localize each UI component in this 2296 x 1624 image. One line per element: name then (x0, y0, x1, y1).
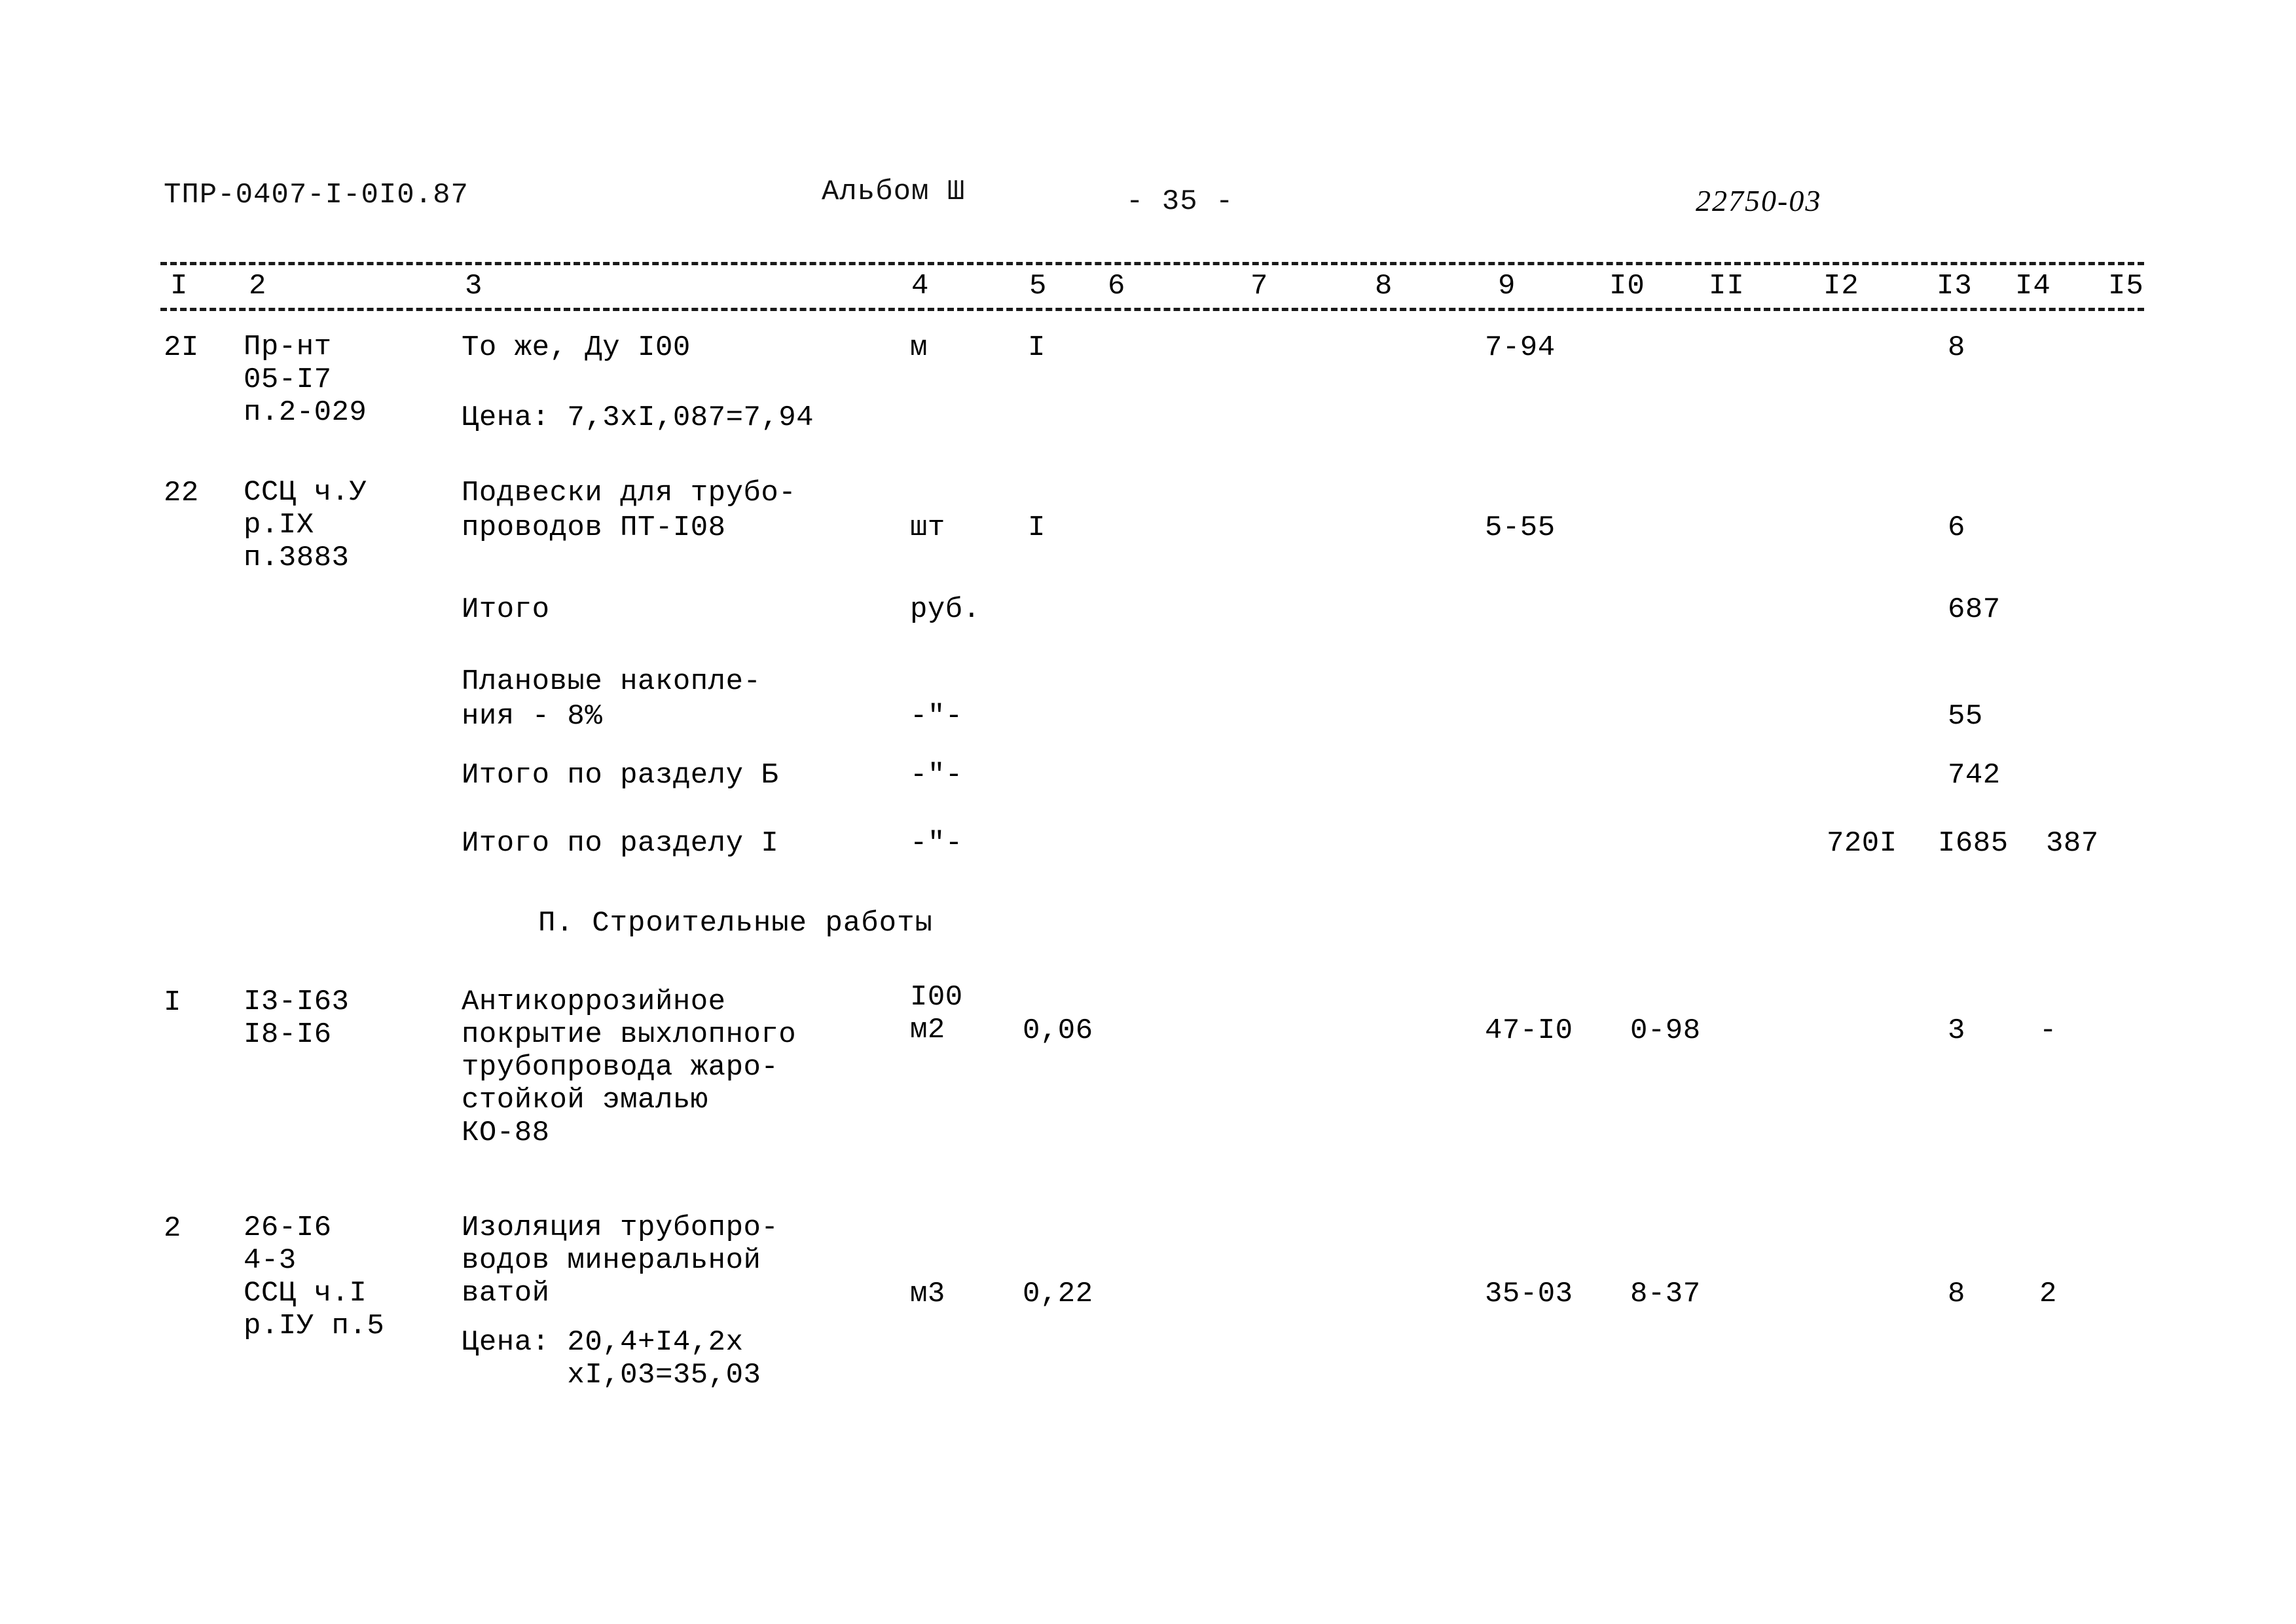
column-header-13: I3 (1930, 270, 1979, 303)
document-code: ТПР-0407-I-0I0.87 (164, 179, 469, 212)
row-col10-value: 8-37 (1630, 1278, 1701, 1310)
summary-label: Итого по разделу I (462, 827, 779, 860)
column-header-1: I (164, 270, 195, 303)
row-quantity: I (1028, 331, 1046, 364)
row-col14-value: 2 (2039, 1278, 2057, 1310)
row-quantity: 0,22 (1023, 1278, 1093, 1310)
row-number: 2 (164, 1212, 181, 1245)
column-header-2: 2 (242, 270, 274, 303)
row-quantity: I (1028, 511, 1046, 544)
column-header-9: 9 (1491, 270, 1523, 303)
column-header-5: 5 (1023, 270, 1054, 303)
column-header-8: 8 (1368, 270, 1400, 303)
row-number: 22 (164, 477, 199, 509)
summary-col13-value: 742 (1948, 759, 2001, 792)
column-header-6: 6 (1101, 270, 1133, 303)
summary-label: Плановые накопле- ния - 8% (462, 665, 761, 733)
row-col13-value: 8 (1948, 331, 1965, 364)
summary-unit: руб. (910, 593, 981, 626)
row-quantity: 0,06 (1023, 1014, 1093, 1047)
row-code: I3-I63 I8-I6 (244, 986, 350, 1051)
sheet-number: 22750-03 (1696, 184, 1822, 217)
document-page: ТПР-0407-I-0I0.87 Альбом Ш - 35 - 22750-… (0, 0, 2296, 1624)
row-col9-value: 7-94 (1485, 331, 1556, 364)
column-header-12: I2 (1817, 270, 1866, 303)
row-col9-value: 5-55 (1485, 511, 1556, 544)
summary-unit: -"- (910, 827, 963, 860)
scan-background (0, 0, 2296, 1624)
row-number: I (164, 986, 181, 1019)
row-description: То же, Ду I00 (462, 331, 691, 364)
row-code: ССЦ ч.У р.IX п.3883 (244, 476, 367, 574)
row-code: Пр-нт 05-I7 п.2-029 (244, 331, 367, 429)
row-col13-value: 6 (1948, 511, 1965, 544)
column-header-11: II (1702, 270, 1751, 303)
summary-label: Итого по разделу Б (462, 759, 779, 792)
section-heading: П. Строительные работы (538, 907, 933, 940)
row-unit: м3 (910, 1278, 945, 1310)
summary-col12-value: 720I (1827, 827, 1897, 860)
column-header-10: I0 (1603, 270, 1652, 303)
summary-col13-value: 55 (1948, 700, 1983, 733)
table-rule-bottom (160, 308, 2144, 311)
column-header-4: 4 (905, 270, 936, 303)
summary-unit: -"- (910, 700, 963, 733)
row-description: Изоляция трубопро- водов минеральной ват… (462, 1211, 779, 1310)
summary-unit: -"- (910, 759, 963, 792)
row-code: 26-I6 4-3 ССЦ ч.I р.IУ п.5 (244, 1211, 385, 1342)
row-unit: шт (910, 511, 945, 544)
column-header-14: I4 (2009, 270, 2058, 303)
row-number: 2I (164, 331, 199, 364)
table-rule-top (160, 262, 2144, 265)
page-number: - 35 - (1126, 185, 1234, 218)
row-description: Антикоррозийное покрытие выхлопного труб… (462, 986, 797, 1149)
row-unit: м (910, 331, 928, 364)
column-header-3: 3 (458, 270, 490, 303)
row-unit: I00 м2 (910, 981, 963, 1046)
row-description: Подвески для трубо- проводов ПТ-I08 (462, 477, 797, 544)
column-header-15: I5 (2102, 270, 2151, 303)
row-description-note: Цена: 20,4+I4,2х хI,03=35,03 (462, 1326, 761, 1392)
summary-col14-value: 387 (2046, 827, 2099, 860)
page-header: ТПР-0407-I-0I0.87 Альбом Ш - 35 - 22750-… (0, 0, 2296, 218)
row-col9-value: 35-03 (1485, 1278, 1573, 1310)
row-description-note: Цена: 7,3хI,087=7,94 (462, 401, 814, 434)
album-label: Альбом Ш (822, 175, 966, 208)
row-col13-value: 3 (1948, 1014, 1965, 1047)
row-col10-value: 0-98 (1630, 1014, 1701, 1047)
summary-col13-value: I685 (1938, 827, 2009, 860)
row-col14-value: - (2039, 1014, 2057, 1047)
row-col9-value: 47-I0 (1485, 1014, 1573, 1047)
column-header-7: 7 (1244, 270, 1275, 303)
row-col13-value: 8 (1948, 1278, 1965, 1310)
summary-col13-value: 687 (1948, 593, 2001, 626)
summary-label: Итого (462, 593, 550, 626)
